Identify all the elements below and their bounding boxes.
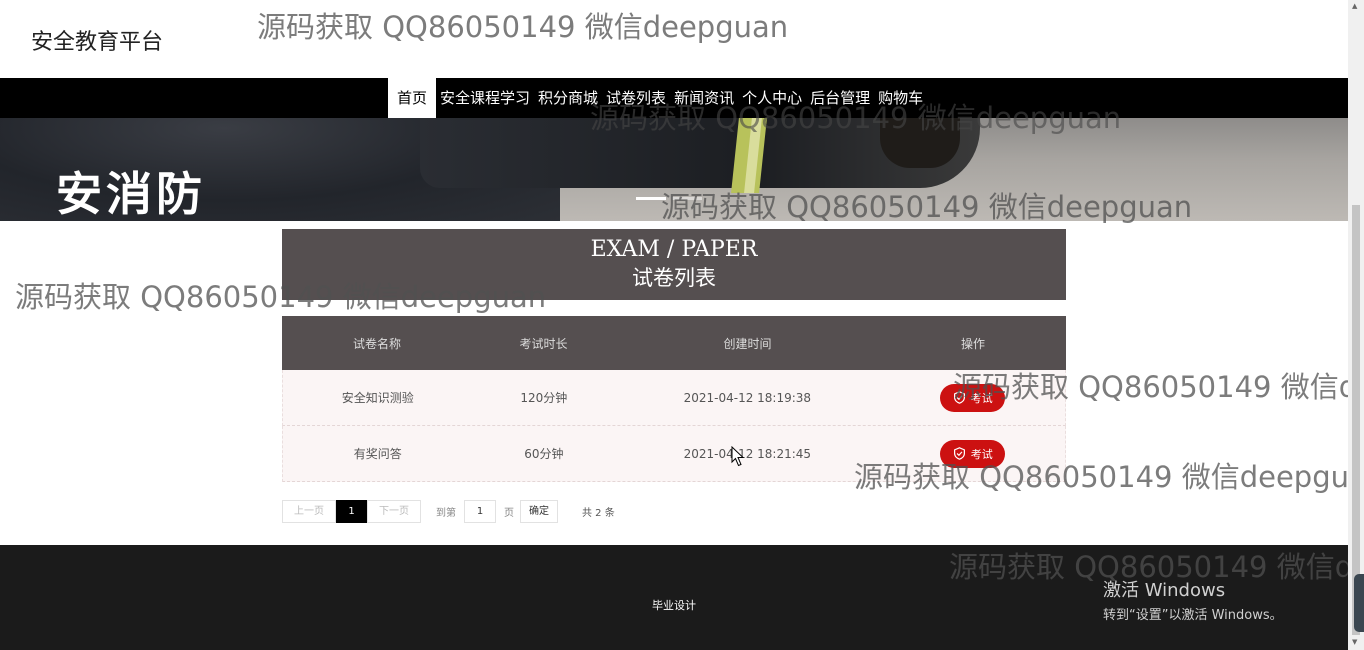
banner-uniform-text: 安消防 [56,167,206,221]
take-exam-label: 考试 [970,447,993,461]
carousel-indicators [636,197,702,200]
column-header-action: 操作 [960,336,985,351]
nav-item-news[interactable]: 新闻资讯 [670,78,738,118]
activation-title: 激活 Windows [1103,580,1226,601]
nav-item-admin[interactable]: 后台管理 [806,78,874,118]
main-nav: 首页 安全课程学习 积分商城 试卷列表 新闻资讯 个人中心 后台管理 购物车 [0,78,1348,118]
shield-check-icon [953,447,965,460]
banner-image-glove [880,118,960,168]
nav-item-points-mall[interactable]: 积分商城 [534,78,602,118]
cell-duration: 120分钟 [520,391,568,405]
header: 安全教育平台 [0,0,1348,78]
column-header-duration: 考试时长 [519,336,568,351]
take-exam-label: 考试 [970,391,993,405]
nav-item-exam-list[interactable]: 试卷列表 [602,78,670,118]
total-count: 共 2 条 [582,508,615,519]
column-header-created: 创建时间 [723,336,772,351]
goto-label: 到第 [436,508,456,519]
nav-item-cart[interactable]: 购物车 [874,78,927,118]
side-widget-handle[interactable] [1354,574,1364,632]
cell-exam-name: 安全知识测验 [341,391,414,405]
table-row: 安全知识测验 120分钟 2021-04-12 18:19:38 考试 [282,370,1066,426]
cell-exam-name: 有奖问答 [353,447,402,461]
cell-created-time: 2021-04-12 18:21:45 [683,446,812,461]
page: 安全教育平台 首页 安全课程学习 积分商城 试卷列表 新闻资讯 个人中心 后台管… [0,0,1364,650]
prev-page-button[interactable]: 上一页 [282,500,336,523]
take-exam-button[interactable]: 考试 [939,383,1005,412]
cell-action: 考试 [879,370,1065,425]
current-page[interactable]: 1 [336,500,367,523]
cell-action: 考试 [879,426,1065,481]
site-logo[interactable]: 安全教育平台 [31,24,163,56]
scrollbar-thumb[interactable] [1352,205,1360,635]
nav-list: 首页 安全课程学习 积分商城 试卷列表 新闻资讯 个人中心 后台管理 购物车 [388,78,927,118]
cell-created-time: 2021-04-12 18:19:38 [683,390,812,405]
carousel-dot-active[interactable] [636,197,666,200]
exam-table: 试卷名称 考试时长 创建时间 操作 安全知识测验 120分钟 2021-04-1… [282,316,1066,482]
section-title-en: EXAM / PAPER [590,237,758,262]
nav-item-home[interactable]: 首页 [388,78,437,118]
banner-carousel[interactable]: 安消防 [0,118,1348,221]
next-page-button[interactable]: 下一页 [367,500,421,523]
carousel-dot[interactable] [672,197,702,200]
column-header-name: 试卷名称 [352,336,401,351]
page-unit-label: 页 [504,508,514,519]
page-scrollbar[interactable]: ▲ ▼ [1348,0,1364,650]
windows-activation-notice: 激活 Windows 转到“设置”以激活 Windows。 [1103,576,1283,623]
pagination: 上一页 1 下一页 到第 1 页 确定 共 2 条 [282,500,615,523]
scroll-up-arrow-icon[interactable]: ▲ [1352,2,1357,10]
take-exam-button[interactable]: 考试 [939,439,1005,468]
table-header: 试卷名称 考试时长 创建时间 操作 [282,316,1066,370]
scroll-down-arrow-icon[interactable]: ▼ [1352,638,1357,646]
shield-check-icon [953,391,965,404]
activation-subtitle: 转到“设置”以激活 Windows。 [1103,608,1283,623]
goto-page-input[interactable]: 1 [464,500,496,523]
section-title: EXAM / PAPER 试卷列表 [282,229,1066,300]
table-row: 有奖问答 60分钟 2021-04-12 18:21:45 考试 [282,426,1066,482]
nav-item-profile[interactable]: 个人中心 [738,78,806,118]
nav-item-courses[interactable]: 安全课程学习 [436,78,534,118]
goto-confirm-button[interactable]: 确定 [520,500,558,523]
section-title-cn: 试卷列表 [632,266,716,290]
mouse-cursor-icon [731,445,745,471]
cell-duration: 60分钟 [524,447,564,461]
